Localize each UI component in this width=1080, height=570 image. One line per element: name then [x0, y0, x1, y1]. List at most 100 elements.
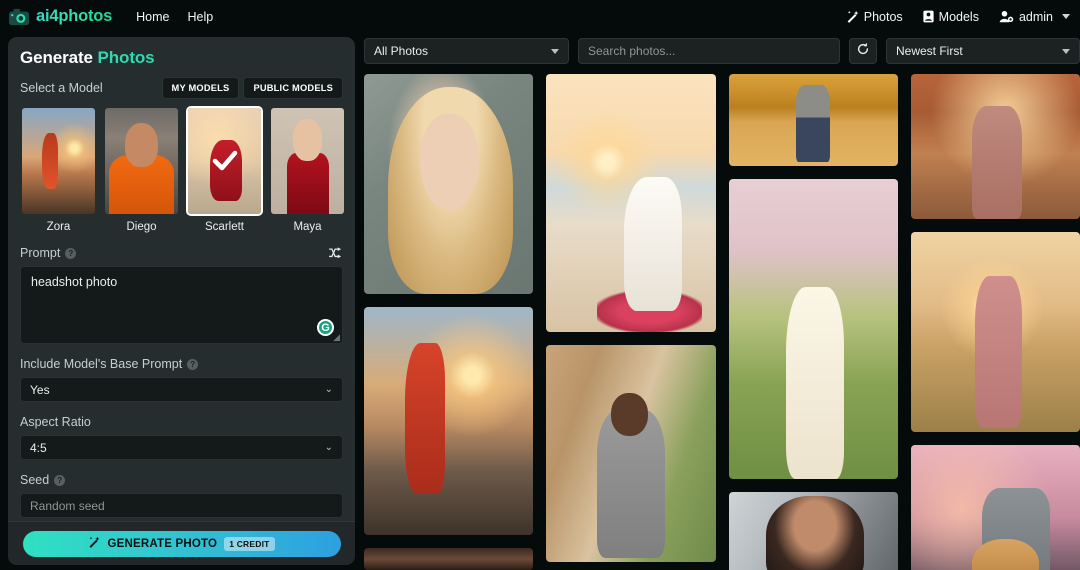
- search-input[interactable]: Search photos...: [578, 38, 840, 64]
- aspect-ratio-label-row: Aspect Ratio: [20, 414, 343, 430]
- seed-input[interactable]: Random seed: [20, 493, 343, 518]
- page-layout: Generate Photos Select a Model MY MODELS…: [0, 33, 1080, 570]
- magic-wand-icon: [88, 535, 100, 553]
- prompt-label: Prompt: [20, 246, 61, 260]
- photo-cafe-sitting[interactable]: [546, 345, 716, 562]
- chevron-down-icon: ⌄: [324, 442, 333, 453]
- grammarly-icon[interactable]: G: [317, 319, 334, 336]
- chevron-down-icon: [1062, 48, 1070, 54]
- base-prompt-label-row: Include Model's Base Prompt ?: [20, 356, 343, 372]
- tab-my-models[interactable]: MY MODELS: [161, 77, 240, 99]
- nav-item-models[interactable]: Models: [923, 10, 979, 24]
- textarea-resize-handle[interactable]: ◢: [333, 333, 340, 342]
- aspect-ratio-field: Aspect Ratio 4:5 ⌄: [20, 414, 343, 460]
- photo-gallery-area: All Photos Search photos... Newest First: [355, 33, 1080, 570]
- seed-field: Seed ? Random seed: [20, 472, 343, 518]
- base-prompt-help-icon[interactable]: ?: [187, 358, 199, 370]
- refresh-icon: [856, 42, 870, 61]
- select-model-label: Select a Model: [20, 81, 103, 95]
- seed-label-row: Seed ?: [20, 472, 343, 488]
- panel-title: Generate Photos: [20, 48, 343, 68]
- panel-title-part1: Generate: [20, 48, 93, 67]
- top-navigation-bar: ai4photos Home Help Photos Models admin: [0, 0, 1080, 33]
- base-prompt-field: Include Model's Base Prompt ? Yes ⌄: [20, 356, 343, 402]
- photo-sort-value: Newest First: [896, 44, 963, 58]
- seed-label: Seed: [20, 473, 50, 487]
- chevron-down-icon: [551, 48, 559, 54]
- model-name-label: Diego: [126, 221, 157, 233]
- model-source-tabs: MY MODELS PUBLIC MODELS: [161, 77, 343, 99]
- photo-ocean-standing[interactable]: [364, 307, 534, 535]
- model-card-scarlett[interactable]: Scarlett: [186, 106, 263, 233]
- nav-right-group: Photos Models admin: [846, 10, 1070, 24]
- photo-blonde-portrait[interactable]: [364, 74, 534, 294]
- chevron-down-icon[interactable]: [1062, 14, 1070, 19]
- nav-link-home[interactable]: Home: [136, 10, 169, 24]
- nav-item-photos[interactable]: Photos: [846, 10, 903, 24]
- photo-masonry-grid: [364, 74, 1080, 570]
- prompt-label-row: Prompt ?: [20, 245, 343, 261]
- prompt-help-icon[interactable]: ?: [65, 247, 77, 259]
- photo-guitar-player[interactable]: [910, 445, 1080, 570]
- gallery-toolbar: All Photos Search photos... Newest First: [364, 37, 1080, 65]
- model-thumbnail: [103, 106, 180, 216]
- model-name-label: Maya: [293, 221, 322, 233]
- prompt-field: Prompt ? headshot photo G ◢: [20, 245, 343, 344]
- grid-column-4: [910, 74, 1080, 570]
- model-name-label: Scarlett: [205, 221, 244, 233]
- generate-photo-button[interactable]: GENERATE PHOTO 1 CREDIT: [22, 530, 341, 557]
- credit-cost-badge: 1 CREDIT: [224, 536, 275, 551]
- check-icon: [210, 146, 240, 176]
- prompt-value: headshot photo: [31, 275, 118, 289]
- nav-item-admin-label: admin: [1018, 9, 1053, 24]
- model-thumbnail: [186, 106, 263, 216]
- nav-item-admin[interactable]: admin: [999, 10, 1070, 24]
- base-prompt-label: Include Model's Base Prompt: [20, 357, 183, 371]
- base-prompt-value: Yes: [30, 382, 50, 397]
- shuffle-icon[interactable]: [329, 247, 343, 259]
- brand-logo[interactable]: ai4photos: [8, 7, 112, 27]
- aspect-ratio-select[interactable]: 4:5 ⌄: [20, 435, 343, 460]
- panel-title-part2: Photos: [97, 48, 155, 67]
- photo-cherry-blossom[interactable]: [728, 179, 898, 479]
- base-prompt-select[interactable]: Yes ⌄: [20, 377, 343, 402]
- photo-autumn-walk[interactable]: [728, 74, 898, 166]
- photo-market-woman[interactable]: [910, 74, 1080, 219]
- prompt-input[interactable]: headshot photo G ◢: [20, 266, 343, 344]
- model-selector-header: Select a Model MY MODELS PUBLIC MODELS: [20, 77, 343, 99]
- model-image: [271, 108, 344, 214]
- photo-filter-value: All Photos: [374, 44, 429, 58]
- photo-partial-bottom-a[interactable]: [364, 548, 534, 570]
- id-card-icon: [923, 10, 934, 23]
- refresh-button[interactable]: [849, 38, 877, 64]
- camera-icon: [8, 7, 30, 27]
- search-placeholder: Search photos...: [588, 44, 676, 58]
- photo-filter-select[interactable]: All Photos: [364, 38, 569, 64]
- model-card-maya[interactable]: Maya: [269, 106, 346, 233]
- chevron-down-icon: ⌄: [324, 384, 333, 395]
- model-card-zora[interactable]: Zora: [20, 106, 97, 233]
- grid-column-3: [728, 74, 898, 570]
- seed-placeholder: Random seed: [30, 498, 105, 513]
- magic-wand-icon: [846, 10, 859, 23]
- grid-column-2: [546, 74, 716, 570]
- tab-public-models[interactable]: PUBLIC MODELS: [243, 77, 343, 99]
- grid-column-1: [364, 74, 534, 570]
- photo-field-sunset[interactable]: [910, 232, 1080, 432]
- nav-item-photos-label: Photos: [863, 9, 903, 24]
- photo-dark-portrait[interactable]: [728, 492, 898, 570]
- nav-item-models-label: Models: [938, 9, 979, 24]
- aspect-ratio-label: Aspect Ratio: [20, 415, 91, 429]
- model-card-list: Zora Diego Scarlett Maya: [20, 106, 346, 233]
- photo-sort-select[interactable]: Newest First: [886, 38, 1080, 64]
- model-card-diego[interactable]: Diego: [103, 106, 180, 233]
- generate-photo-label: GENERATE PHOTO: [107, 537, 218, 550]
- model-image: [105, 108, 178, 214]
- photo-beach-sunset-sitting[interactable]: [546, 74, 716, 332]
- model-image: [22, 108, 95, 214]
- nav-link-help[interactable]: Help: [187, 10, 213, 24]
- model-thumbnail: [20, 106, 97, 216]
- nav-links: Home Help: [136, 10, 213, 24]
- generate-action-bar: GENERATE PHOTO 1 CREDIT: [8, 521, 355, 565]
- seed-help-icon[interactable]: ?: [54, 474, 66, 486]
